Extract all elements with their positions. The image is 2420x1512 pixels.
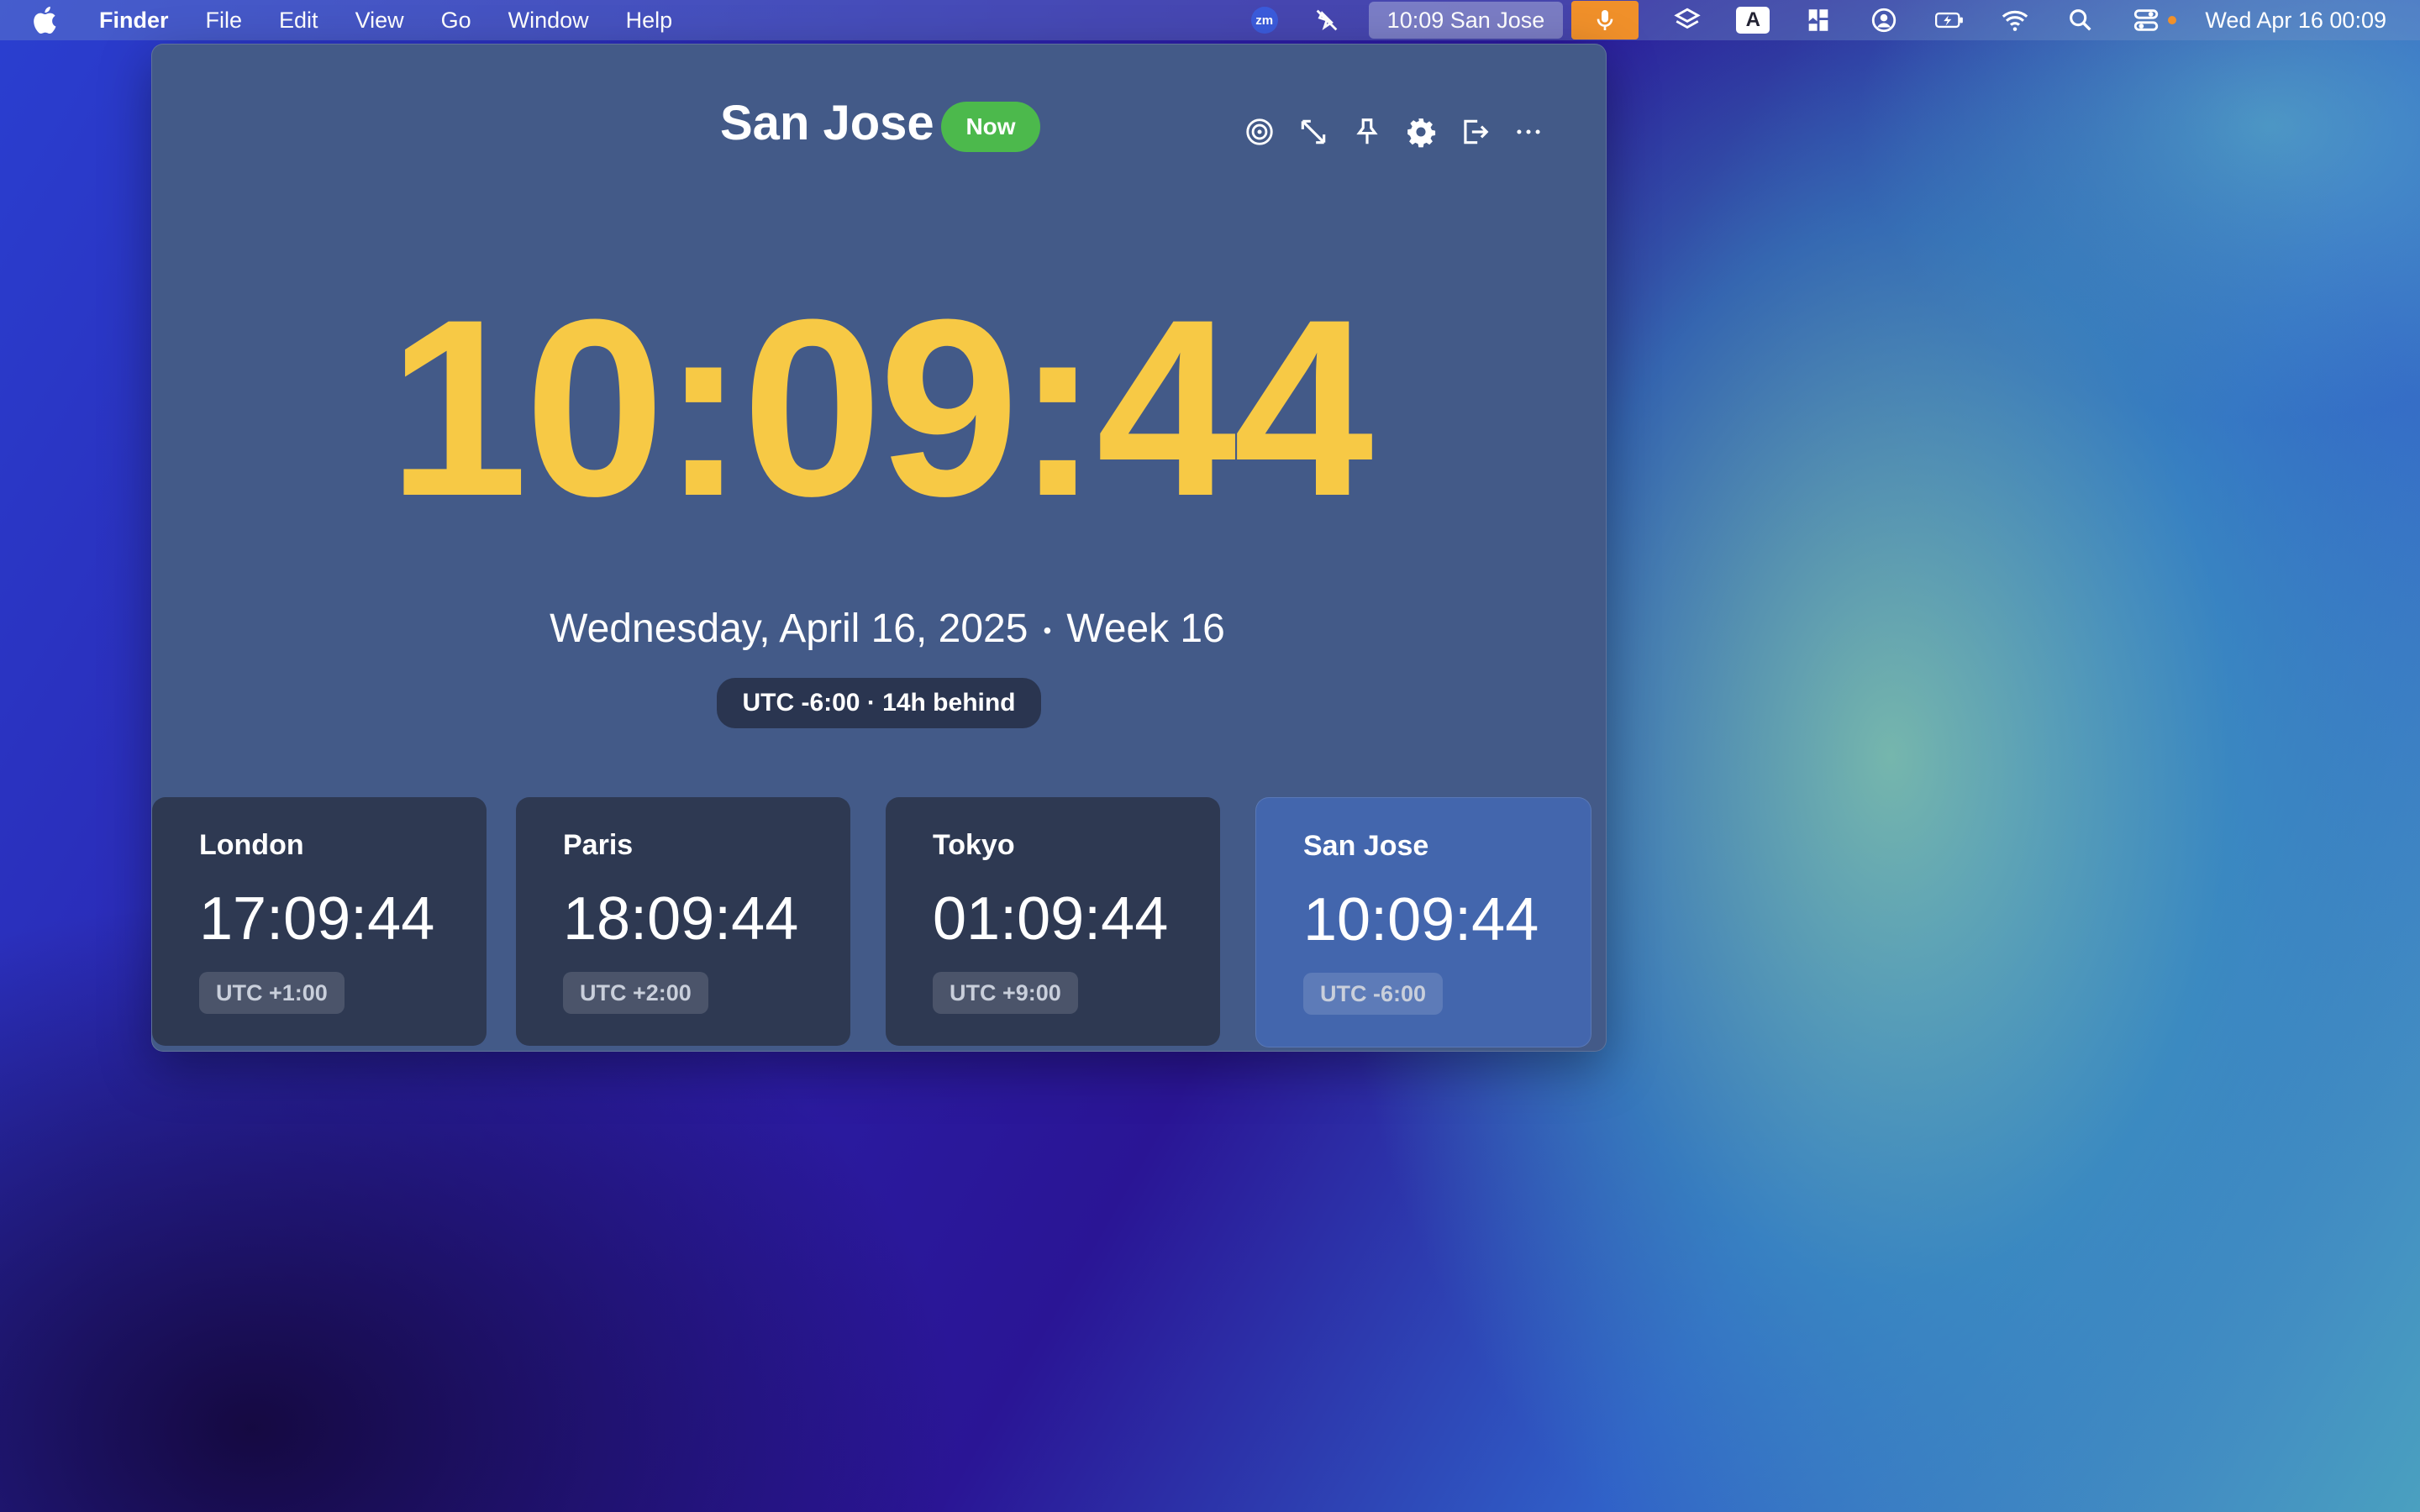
card-city-name: Tokyo	[933, 829, 1015, 861]
city-card-san-jose[interactable]: San Jose 10:09:44 UTC -6:00	[1255, 797, 1591, 1047]
target-icon	[1246, 118, 1273, 145]
spotlight-search-icon[interactable]	[2064, 3, 2097, 37]
export-icon	[1464, 119, 1489, 144]
window-header: San Jose Now	[152, 93, 1606, 171]
bookmark-grid-icon[interactable]	[1802, 3, 1835, 37]
microphone-icon[interactable]	[1571, 1, 1639, 39]
resize-button[interactable]	[1286, 105, 1340, 159]
resize-icon	[1301, 119, 1326, 144]
page-title: San Jose	[720, 96, 934, 150]
layers-icon[interactable]	[1670, 3, 1704, 37]
utc-offset-pill: UTC -6:00 · 14h behind	[717, 678, 1041, 728]
settings-button[interactable]	[1394, 105, 1448, 159]
input-source-icon[interactable]: A	[1736, 3, 1770, 37]
week-number: Week 16	[1066, 606, 1225, 651]
gear-icon	[1407, 118, 1436, 148]
card-time: 01:09:44	[933, 885, 1169, 953]
date-line: Wednesday, April 16, 2025 • Week 16	[152, 606, 1606, 652]
menu-window[interactable]: Window	[508, 8, 589, 34]
recording-indicator	[2168, 16, 2177, 24]
zoom-status-icon[interactable]: zm	[1250, 7, 1278, 34]
toolbar	[1233, 105, 1555, 159]
card-utc-badge: UTC +9:00	[933, 972, 1078, 1014]
now-badge[interactable]: Now	[941, 102, 1040, 152]
card-city-name: San Jose	[1303, 830, 1429, 862]
date-separator: •	[1043, 617, 1052, 644]
user-account-icon[interactable]	[1867, 3, 1901, 37]
city-cards: London 17:09:44 UTC +1:00 Paris 18:09:44…	[152, 797, 1606, 1047]
menu-app-name[interactable]: Finder	[99, 8, 169, 34]
city-card-london[interactable]: London 17:09:44 UTC +1:00	[152, 797, 487, 1046]
battery-charging-icon[interactable]	[1933, 3, 1966, 37]
city-card-tokyo[interactable]: Tokyo 01:09:44 UTC +9:00	[886, 797, 1220, 1046]
card-utc-badge: UTC +1:00	[199, 972, 345, 1014]
current-date: Wednesday, April 16, 2025	[550, 606, 1028, 651]
apple-icon[interactable]	[30, 4, 62, 36]
menubar-clock-widget[interactable]: 10:09 San Jose	[1368, 2, 1564, 39]
menubar-datetime[interactable]: Wed Apr 16 00:09	[2205, 8, 2386, 34]
card-city-name: Paris	[563, 829, 634, 861]
menu-file[interactable]: File	[206, 8, 243, 34]
more-button[interactable]	[1502, 105, 1555, 159]
pin-button[interactable]	[1340, 105, 1394, 159]
card-time: 18:09:44	[563, 885, 799, 953]
card-city-name: London	[199, 829, 304, 861]
export-button[interactable]	[1448, 105, 1502, 159]
main-clock-time: 10:09:44	[387, 266, 1374, 549]
menu-help[interactable]: Help	[626, 8, 673, 34]
card-time: 17:09:44	[199, 885, 435, 953]
target-button[interactable]	[1233, 105, 1286, 159]
more-icon	[1517, 129, 1540, 134]
menu-edit[interactable]: Edit	[279, 8, 318, 34]
card-utc-badge: UTC +2:00	[563, 972, 708, 1014]
do-not-disturb-icon[interactable]	[1310, 3, 1344, 37]
wifi-icon[interactable]	[1998, 3, 2032, 37]
menu-go[interactable]: Go	[441, 8, 471, 34]
menu-view[interactable]: View	[355, 8, 404, 34]
pin-icon	[1356, 118, 1378, 144]
control-center-icon[interactable]	[2129, 3, 2163, 37]
city-card-paris[interactable]: Paris 18:09:44 UTC +2:00	[516, 797, 850, 1046]
card-utc-badge: UTC -6:00	[1303, 973, 1444, 1015]
menu-bar: Finder File Edit View Go Window Help zm …	[0, 0, 2420, 40]
card-time: 10:09:44	[1303, 886, 1539, 953]
world-clock-window: San Jose Now 10:09:44 Wednesday, April 1…	[151, 44, 1607, 1052]
